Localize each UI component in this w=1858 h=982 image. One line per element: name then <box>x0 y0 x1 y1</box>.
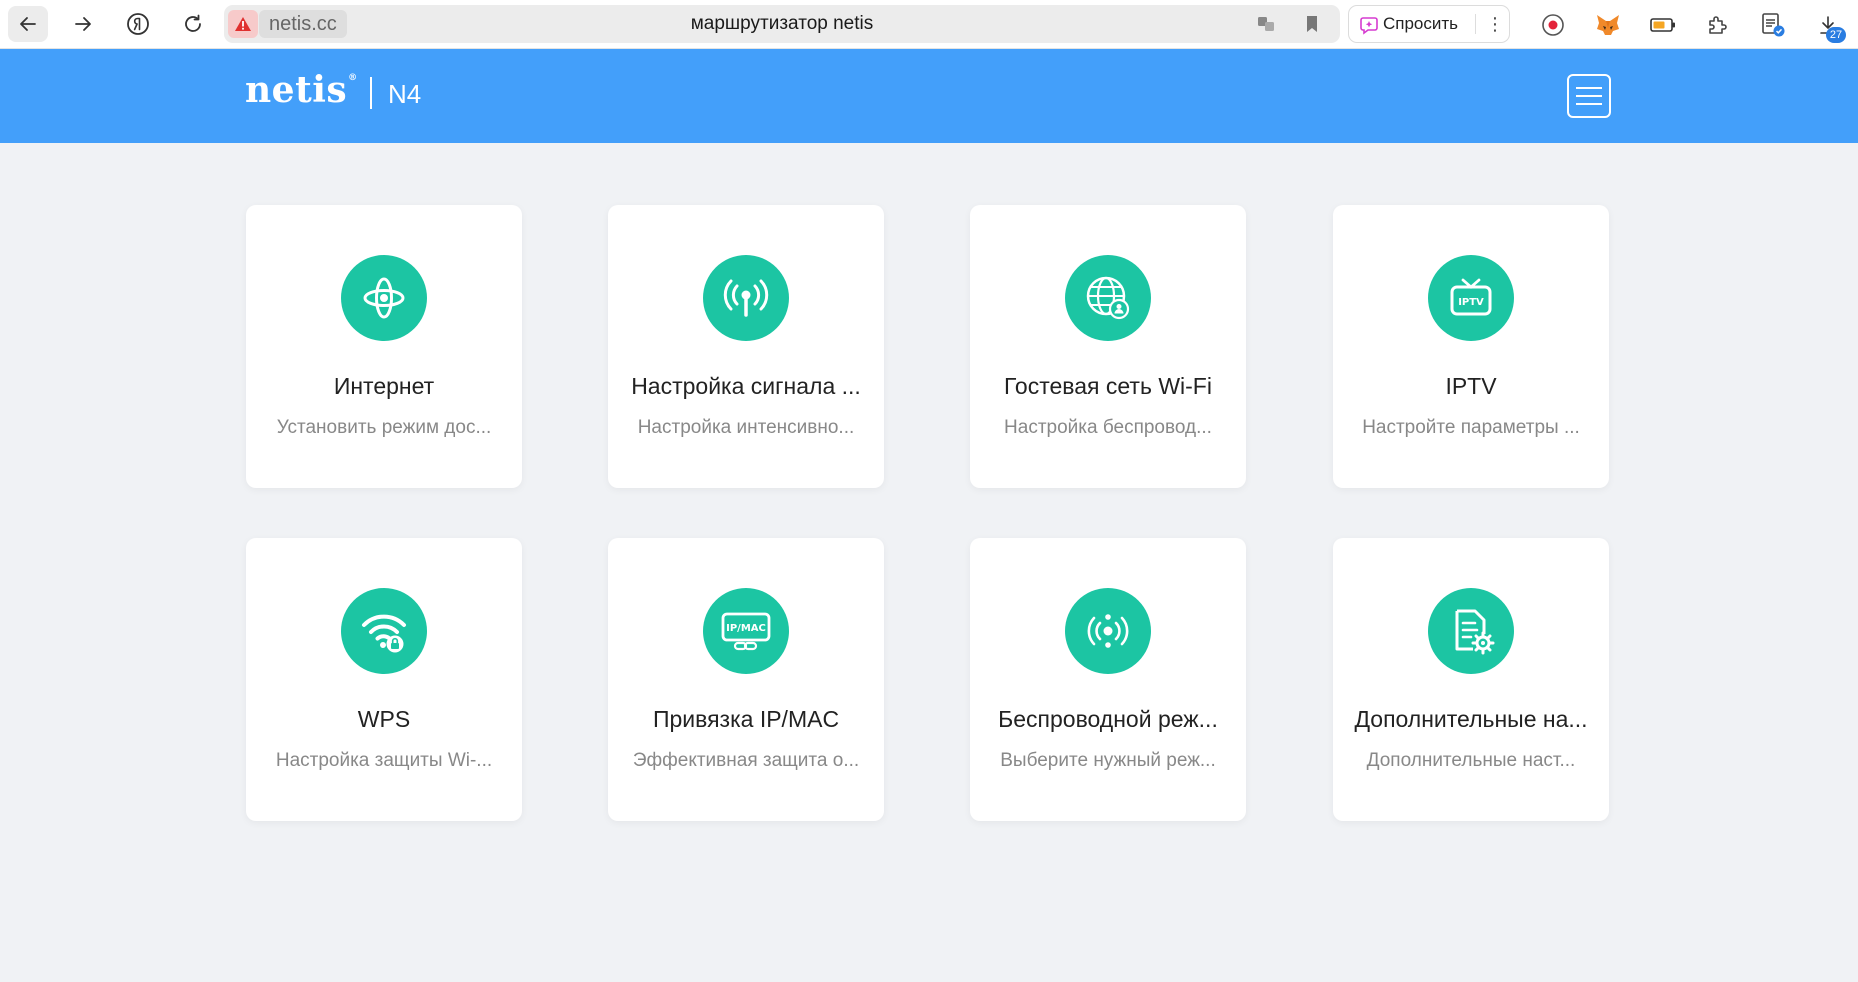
iptv-icon-text: IPTV <box>1458 297 1484 308</box>
card-title: Беспроводной реж... <box>998 706 1218 732</box>
card-wireless-mode[interactable]: Беспроводной реж... Выберите нужный реж.… <box>970 538 1246 821</box>
card-ip-mac-binding[interactable]: IP/MAC Привязка IP/MAC Эффективная защит… <box>608 538 884 821</box>
wifi-lock-icon <box>341 588 427 674</box>
card-title: Привязка IP/MAC <box>652 706 840 732</box>
tv-icon: IPTV <box>1428 255 1514 341</box>
card-description: Выберите нужный реж... <box>1000 750 1216 771</box>
forward-button[interactable] <box>63 6 103 42</box>
card-description: Настройка беспровод... <box>1004 417 1212 438</box>
card-signal-settings[interactable]: Настройка сигнала ... Настройка интенсив… <box>608 205 884 488</box>
card-guest-wifi[interactable]: Гостевая сеть Wi-Fi Настройка беспровод.… <box>970 205 1246 488</box>
browser-toolbar: netis.cc маршрутизатор netis Спросить ⋮ … <box>0 0 1858 49</box>
card-wps[interactable]: WPS Настройка защиты Wi-... <box>246 538 522 821</box>
card-title: Интернет <box>333 373 435 399</box>
divider <box>1475 14 1476 34</box>
card-title: WPS <box>357 706 411 732</box>
reload-button[interactable] <box>173 6 213 42</box>
card-description: Настройка защиты Wi-... <box>275 750 493 771</box>
router-model: N4 <box>388 79 422 109</box>
card-title: IPTV <box>1445 373 1497 399</box>
extensions-puzzle-icon[interactable] <box>1704 11 1732 39</box>
ai-assistant-icon <box>1360 17 1378 35</box>
ip-mac-chain-icon: IP/MAC <box>703 588 789 674</box>
settings-document-icon <box>1428 588 1514 674</box>
ask-label: Спросить <box>1383 14 1459 33</box>
back-button[interactable] <box>8 6 48 42</box>
pdf-tools-icon[interactable] <box>1759 11 1787 39</box>
card-title: Дополнительные на... <box>1354 706 1588 732</box>
card-description: Настройка интенсивно... <box>637 417 855 438</box>
record-extension-icon[interactable] <box>1539 11 1567 39</box>
warning-triangle-icon <box>235 17 251 31</box>
logo-text: netis <box>245 69 348 111</box>
card-description: Настройте параметры ... <box>1362 417 1580 438</box>
signal-antenna-icon <box>703 255 789 341</box>
translate-icon[interactable] <box>1256 14 1276 34</box>
ip-mac-icon-text: IP/MAC <box>726 623 766 634</box>
battery-icon[interactable] <box>1649 11 1677 39</box>
netis-logo[interactable]: netis® <box>245 69 358 111</box>
guest-globe-icon <box>1065 255 1151 341</box>
metamask-fox-icon[interactable] <box>1594 11 1622 39</box>
bookmark-icon[interactable] <box>1302 14 1322 34</box>
card-description: Установить режим дос... <box>276 417 492 438</box>
downloads-count-badge: 27 <box>1826 27 1846 43</box>
router-header: netis® N4 <box>0 49 1858 143</box>
ask-ai-button[interactable]: Спросить ⋮ <box>1348 5 1510 43</box>
insecure-warning-badge[interactable] <box>228 10 258 38</box>
card-description: Эффективная защита о... <box>632 750 860 771</box>
hamburger-menu-button[interactable] <box>1567 74 1611 118</box>
card-title: Гостевая сеть Wi-Fi <box>1004 373 1212 399</box>
card-description: Дополнительные наст... <box>1366 750 1576 771</box>
card-internet[interactable]: Интернет Установить режим дос... <box>246 205 522 488</box>
divider <box>370 77 372 109</box>
arrow-left-icon <box>20 17 36 31</box>
internet-icon <box>341 255 427 341</box>
card-iptv[interactable]: IPTV IPTV Настройте параметры ... <box>1333 205 1609 488</box>
hamburger-menu-icon <box>1576 87 1602 89</box>
yandex-logo-icon <box>127 13 149 35</box>
arrow-right-icon <box>75 17 91 31</box>
card-advanced-settings[interactable]: Дополнительные на... Дополнительные наст… <box>1333 538 1609 821</box>
wireless-mode-icon <box>1065 588 1151 674</box>
more-menu-button[interactable]: ⋮ <box>1483 6 1507 42</box>
reload-icon <box>185 14 201 32</box>
tab-title: маршрутизатор netis <box>690 13 874 34</box>
yandex-home-button[interactable] <box>118 6 158 42</box>
address-bar[interactable]: netis.cc маршрутизатор netis <box>224 5 1340 43</box>
url-domain[interactable]: netis.cc <box>259 10 347 38</box>
card-title: Настройка сигнала ... <box>631 373 861 399</box>
downloads-button[interactable]: 27 <box>1814 11 1846 43</box>
registered-mark: ® <box>348 73 358 83</box>
